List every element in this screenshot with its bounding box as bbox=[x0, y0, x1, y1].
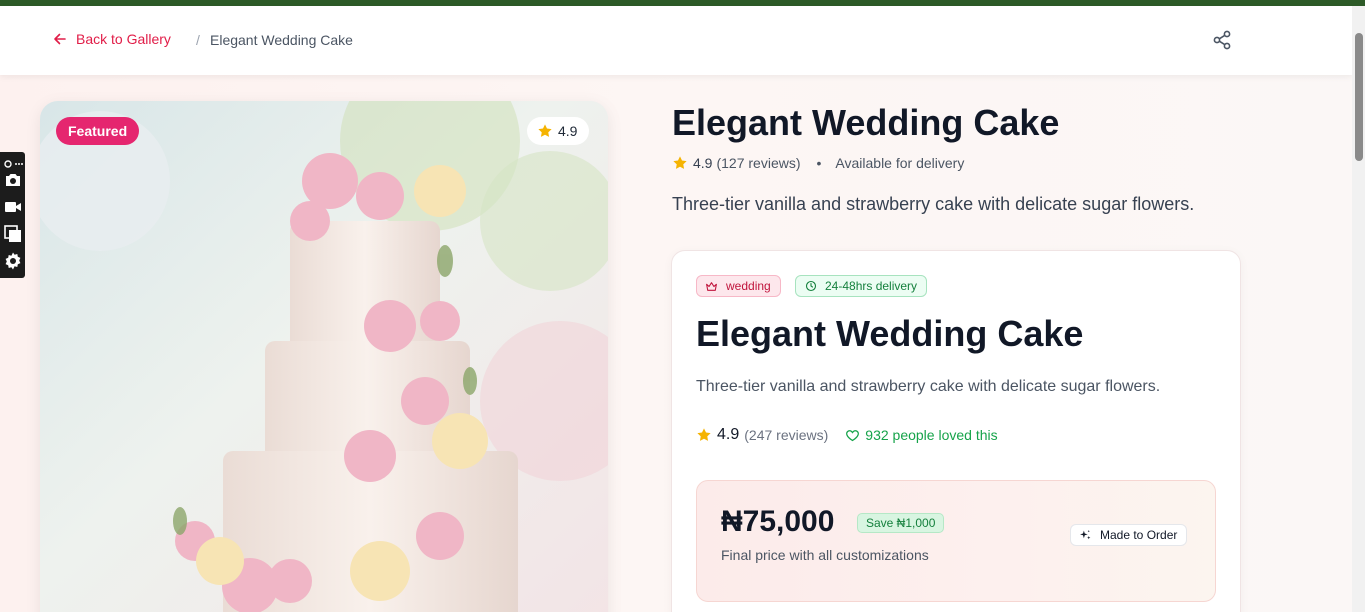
delivery-tag-label: 24-48hrs delivery bbox=[825, 279, 918, 293]
price: ₦75,000 bbox=[721, 505, 835, 538]
delivery-tag: 24-48hrs delivery bbox=[795, 275, 928, 297]
breadcrumb-separator: / bbox=[196, 32, 200, 48]
featured-badge: Featured bbox=[56, 117, 140, 145]
product-reviews: (127 reviews) bbox=[716, 155, 801, 171]
share-button[interactable] bbox=[1210, 28, 1234, 52]
star-icon bbox=[673, 156, 687, 169]
windows-icon[interactable] bbox=[3, 224, 23, 244]
made-to-order-badge: Made to Order bbox=[1070, 524, 1188, 546]
loved-count-label: 932 people loved this bbox=[865, 427, 998, 443]
product-meta: 4.9 (127 reviews) • Available for delive… bbox=[672, 155, 964, 171]
card-title: Elegant Wedding Cake bbox=[696, 313, 1084, 354]
crown-icon bbox=[706, 281, 717, 291]
availability-text: Available for delivery bbox=[835, 155, 965, 171]
product-image bbox=[40, 101, 608, 612]
video-icon[interactable] bbox=[3, 197, 23, 217]
card-rating-value: 4.9 bbox=[717, 426, 740, 443]
clock-icon bbox=[805, 280, 817, 292]
scrollbar-thumb[interactable] bbox=[1355, 33, 1363, 161]
loved-count[interactable]: 932 people loved this bbox=[845, 427, 998, 443]
image-rating-value: 4.9 bbox=[558, 123, 578, 139]
back-to-gallery-link[interactable]: Back to Gallery bbox=[53, 31, 171, 47]
heart-icon bbox=[846, 429, 860, 441]
breadcrumb-current: Elegant Wedding Cake bbox=[210, 32, 353, 48]
star-icon bbox=[538, 124, 552, 137]
product-title: Elegant Wedding Cake bbox=[672, 102, 1060, 143]
made-to-order-label: Made to Order bbox=[1100, 528, 1178, 542]
star-icon bbox=[697, 428, 711, 441]
meta-separator: • bbox=[816, 155, 822, 171]
category-tag-label: wedding bbox=[726, 279, 771, 293]
card-description: Three-tier vanilla and strawberry cake w… bbox=[696, 378, 1161, 395]
sparkles-icon bbox=[1080, 529, 1091, 539]
image-rating-badge: 4.9 bbox=[527, 117, 590, 145]
arrow-left-icon bbox=[54, 33, 66, 45]
product-rating: 4.9 bbox=[693, 155, 713, 171]
share-icon bbox=[1213, 30, 1231, 50]
back-link-label: Back to Gallery bbox=[76, 31, 171, 47]
camera-icon[interactable] bbox=[3, 170, 23, 190]
card-reviews: (247 reviews) bbox=[744, 427, 829, 443]
extension-toolbar bbox=[0, 152, 25, 278]
cake-photo bbox=[40, 101, 608, 612]
category-tag[interactable]: wedding bbox=[696, 275, 781, 297]
price-note: Final price with all customizations bbox=[721, 547, 929, 563]
gear-icon[interactable] bbox=[3, 251, 23, 271]
product-description: Three-tier vanilla and strawberry cake w… bbox=[672, 194, 1195, 214]
card-rating-row: 4.9 (247 reviews) 932 people loved this bbox=[696, 426, 998, 444]
page-header: Back to Gallery / Elegant Wedding Cake bbox=[0, 6, 1352, 75]
save-badge: Save ₦1,000 bbox=[857, 513, 945, 533]
